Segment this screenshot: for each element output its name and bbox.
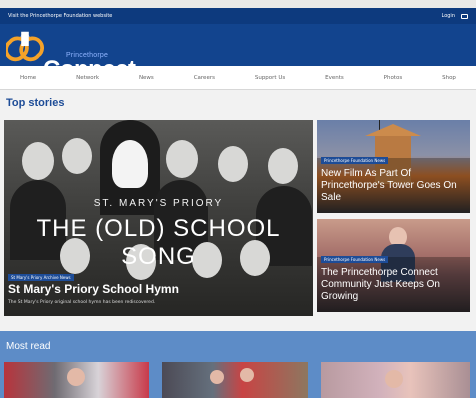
- photo-face: [218, 146, 248, 182]
- most-read-thumb[interactable]: [162, 362, 308, 398]
- most-read-thumb[interactable]: [321, 362, 470, 398]
- nav-home[interactable]: Home: [20, 75, 36, 81]
- story-card-tower[interactable]: Princethorpe Foundation News New Film As…: [317, 120, 470, 213]
- nav-support-us[interactable]: Support Us: [255, 75, 285, 81]
- photo-face: [22, 142, 54, 180]
- account-icon[interactable]: [461, 13, 468, 19]
- photo-face: [166, 140, 198, 178]
- foundation-link[interactable]: Visit the Princethorpe Foundation websit…: [8, 13, 112, 19]
- hero-category-tag[interactable]: St Mary's Priory Archive News: [8, 274, 74, 281]
- story-card-community[interactable]: Princethorpe Foundation News The Princet…: [317, 219, 470, 312]
- nav-careers[interactable]: Careers: [194, 75, 215, 81]
- card-category-tag[interactable]: Princethorpe Foundation News: [321, 256, 389, 263]
- hero-subcaption: The St Mary's Priory original school hym…: [8, 300, 156, 305]
- nav-news[interactable]: News: [139, 75, 154, 81]
- hero-caption[interactable]: St Mary's Priory School Hymn: [8, 282, 179, 296]
- top-gap: [0, 0, 476, 8]
- card-headline[interactable]: The Princethorpe Connect Community Just …: [321, 267, 466, 303]
- photo-face: [385, 370, 403, 388]
- photo-face: [67, 368, 85, 386]
- brand-bar: Princethorpe Connect: [0, 24, 476, 82]
- nav-network[interactable]: Network: [76, 75, 99, 81]
- utility-bar: Visit the Princethorpe Foundation websit…: [0, 8, 476, 24]
- top-stories-title: Top stories: [6, 97, 65, 109]
- logo-mark-icon: [6, 31, 44, 62]
- photo-nun-veil: [112, 140, 148, 188]
- photo-face: [240, 368, 254, 382]
- card-headline[interactable]: New Film As Part Of Princethorpe's Tower…: [321, 168, 466, 204]
- account-area: Login: [442, 13, 468, 19]
- hero-story[interactable]: ST. MARY'S PRIORY THE (OLD) SCHOOL SONG …: [4, 120, 313, 316]
- nav-shop[interactable]: Shop: [442, 75, 456, 81]
- most-read-title: Most read: [6, 341, 51, 352]
- card-category-tag[interactable]: Princethorpe Foundation News: [321, 157, 389, 164]
- login-link[interactable]: Login: [442, 13, 456, 19]
- most-read-thumb[interactable]: [4, 362, 149, 398]
- hero-image-big-title: THE (OLD) SCHOOL SONG: [36, 215, 281, 270]
- photo-face: [210, 370, 224, 384]
- nav-events[interactable]: Events: [325, 75, 344, 81]
- nav-photos[interactable]: Photos: [384, 75, 403, 81]
- main-nav: Home Network News Careers Support Us Eve…: [0, 66, 476, 90]
- hero-image-small-title: ST. MARY'S PRIORY: [93, 198, 224, 209]
- photo-face: [62, 138, 92, 174]
- photo-face: [268, 148, 298, 184]
